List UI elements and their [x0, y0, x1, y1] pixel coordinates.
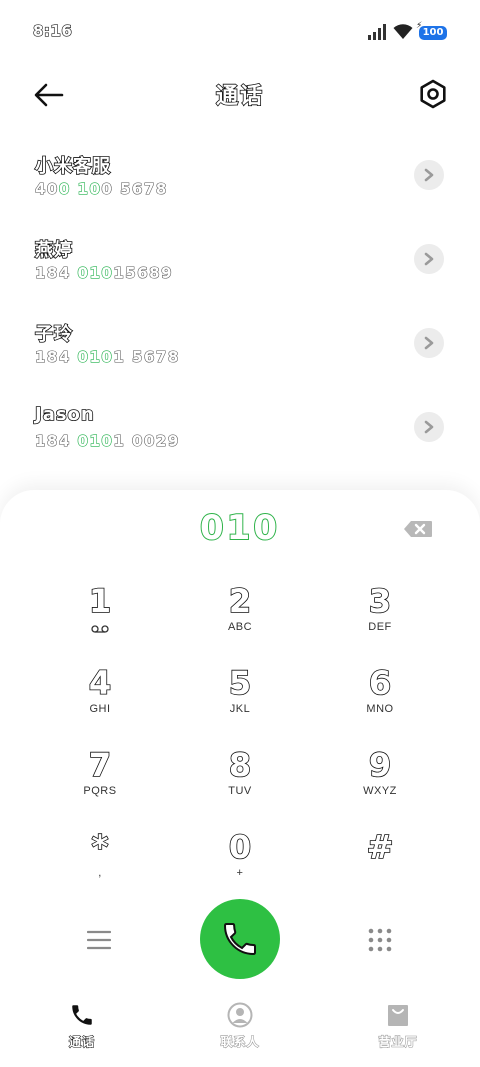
contact-name: 子玲	[34, 323, 73, 346]
wifi-icon	[393, 24, 413, 39]
signal-icon	[368, 24, 386, 40]
bag-icon	[388, 1005, 408, 1026]
chevron-right-icon	[424, 168, 434, 182]
battery-indicator: 100	[419, 26, 447, 40]
contact-suggestion-list: 小米客服 400 100 5678 燕婷 184 01015689 子玲 184…	[0, 140, 480, 476]
contact-row[interactable]: 小米客服 400 100 5678	[0, 140, 480, 224]
settings-icon[interactable]	[416, 77, 450, 111]
dialpad-icon[interactable]	[367, 927, 393, 953]
dial-actions	[0, 898, 480, 982]
chevron-right-icon	[424, 420, 434, 434]
contact-name: 燕婷	[34, 239, 73, 262]
person-icon	[227, 1002, 253, 1028]
key-9[interactable]: 9 WXYZ	[310, 744, 450, 826]
contact-row[interactable]: 燕婷 184 01015689	[0, 224, 480, 308]
contact-detail-button[interactable]	[414, 412, 444, 442]
contact-row[interactable]: 子玲 184 0101 5678	[0, 308, 480, 392]
contact-row[interactable]: Jason 184 0101 0029	[0, 392, 480, 476]
contact-number: 400 100 5678	[34, 179, 168, 198]
menu-icon[interactable]	[87, 929, 111, 951]
nav-calls[interactable]: 通话	[37, 1002, 127, 1050]
contact-name: 小米客服	[34, 155, 111, 178]
key-star[interactable]: * ,	[30, 826, 170, 908]
nav-service-hall[interactable]: 营业厅	[353, 1002, 443, 1050]
contact-detail-button[interactable]	[414, 244, 444, 274]
nav-contacts[interactable]: 联系人	[195, 1002, 285, 1050]
contact-number: 184 0101 0029	[34, 431, 180, 450]
call-button[interactable]	[200, 899, 280, 979]
status-time: 8:16	[32, 21, 73, 40]
key-7[interactable]: 7 PQRS	[30, 744, 170, 826]
backspace-icon[interactable]	[403, 520, 433, 538]
phone-icon	[223, 923, 256, 956]
voicemail-icon	[91, 625, 109, 633]
key-6[interactable]: 6 MNO	[310, 662, 450, 744]
status-bar: 8:16 ⚡ 100	[0, 0, 480, 62]
key-0[interactable]: 0 +	[170, 826, 310, 908]
header: 通话	[0, 62, 480, 126]
key-5[interactable]: 5 JKL	[170, 662, 310, 744]
contact-name: Jason	[34, 403, 95, 426]
key-4[interactable]: 4 GHI	[30, 662, 170, 744]
chevron-right-icon	[424, 336, 434, 350]
page-title: 通话	[215, 83, 264, 110]
contact-detail-button[interactable]	[414, 160, 444, 190]
key-1[interactable]: 1	[30, 580, 170, 662]
dial-panel: 010 1 2 ABC 3 DEF 4 GHI 5 JKL 6 MNO 7 PQ…	[0, 490, 480, 1067]
contact-detail-button[interactable]	[414, 328, 444, 358]
key-3[interactable]: 3 DEF	[310, 580, 450, 662]
chevron-right-icon	[424, 252, 434, 266]
contact-number: 184 0101 5678	[34, 347, 180, 366]
bottom-navigation: 通话 联系人 营业厅	[0, 1000, 480, 1067]
key-hash[interactable]: #	[310, 826, 450, 908]
contact-number: 184 01015689	[34, 263, 174, 282]
key-8[interactable]: 8 TUV	[170, 744, 310, 826]
phone-icon	[72, 1005, 92, 1025]
key-2[interactable]: 2 ABC	[170, 580, 310, 662]
